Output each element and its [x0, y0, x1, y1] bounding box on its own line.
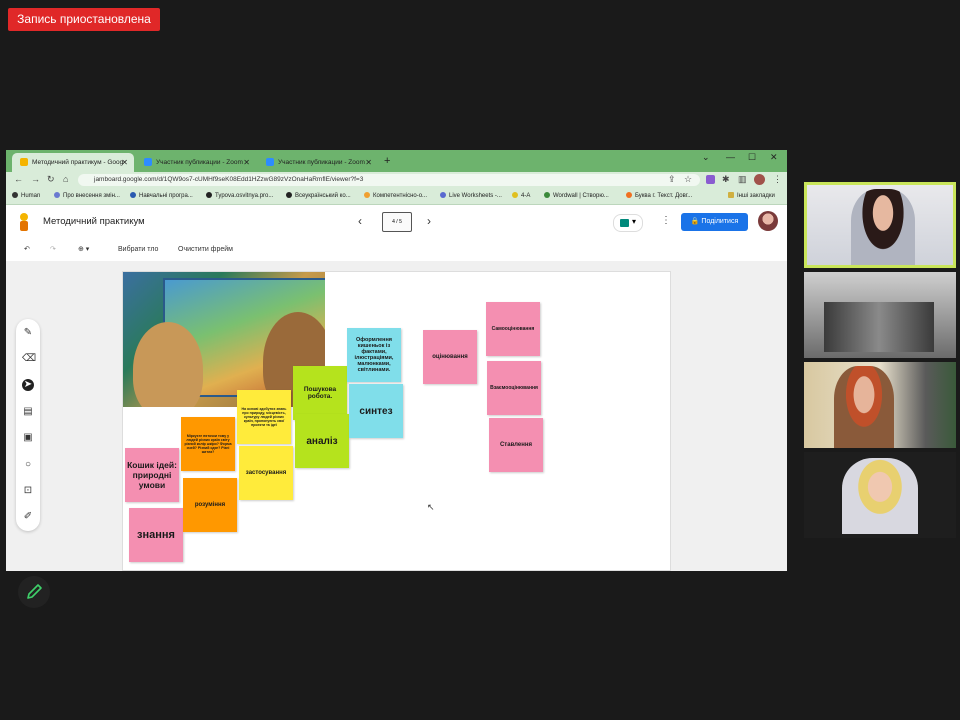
chevron-down-icon[interactable]: ⌄ — [702, 152, 710, 163]
jamboard-logo-icon — [20, 213, 28, 231]
sticky-note-icon[interactable]: ▤ — [22, 406, 34, 418]
sticky-note-design[interactable]: Оформлення кишеньок із фактами, ілюстрац… — [347, 328, 401, 382]
annotate-button[interactable] — [18, 576, 50, 608]
address-bar: ← → ↻ ⌂ jamboard.google.com/d/1QW9os7-cU… — [6, 172, 787, 188]
sticky-note-analysis[interactable]: аналіз — [295, 414, 349, 468]
share-button[interactable]: 🔒 Поділитися — [681, 213, 748, 231]
account-avatar[interactable] — [758, 211, 778, 231]
tab-zoom-2[interactable]: Участник публикации - Zoom ✕ — [258, 153, 378, 172]
set-background-button[interactable]: Вибрати тло — [118, 244, 158, 256]
jamboard-toolbar: ↶ ↷ ⊕ ▾ Вибрати тло Очистити фрейм — [6, 239, 787, 262]
bookmark-item[interactable]: Про внесення змін... — [54, 191, 120, 201]
chevron-left-icon[interactable]: ‹ — [358, 214, 362, 228]
menu-icon[interactable]: ⋮ — [773, 174, 782, 185]
recording-status-badge: Запись приостановлена — [8, 8, 160, 31]
puzzle-icon[interactable]: ✱ — [722, 174, 730, 185]
eraser-icon[interactable]: ⌫ — [22, 353, 36, 365]
sticky-note-research[interactable]: Пошукова робота. — [293, 366, 347, 420]
bookmarks-bar: Human Про внесення змін... Навчальні про… — [6, 188, 787, 205]
more-options-icon[interactable]: ⋮ — [661, 215, 671, 226]
new-tab-button[interactable]: + — [384, 153, 390, 170]
sticky-note-knowledge[interactable]: знання — [129, 508, 183, 562]
browser-tab-bar: Методичний практикум - Goog ✕ Участник пу… — [6, 150, 787, 172]
bookmark-item[interactable]: Human — [12, 191, 40, 201]
sticky-note-synthesis[interactable]: синтез — [349, 384, 403, 438]
chevron-down-icon: ▾ — [632, 217, 637, 226]
bookmark-item[interactable]: 4-А — [512, 191, 530, 201]
clear-frame-button[interactable]: Очистити фрейм — [178, 244, 233, 256]
frame-indicator[interactable]: 4 / 5 — [382, 212, 412, 232]
image-icon[interactable]: ▣ — [22, 432, 34, 444]
bookmark-item[interactable]: Live Worksheets -... — [440, 191, 502, 201]
jamboard-header: Методичний практикум ‹ 4 / 5 › ▾ ⋮ 🔒 Под… — [6, 205, 787, 239]
pencil-icon — [27, 584, 42, 599]
meet-present-button[interactable]: ▾ — [613, 214, 643, 232]
sticky-note-peer-evaluation[interactable]: Взаємооцінювання — [487, 361, 541, 415]
circle-icon[interactable]: ○ — [22, 459, 34, 471]
zoom-icon[interactable]: ⊕ ▾ — [78, 244, 89, 256]
sticky-note-self-evaluation[interactable]: Самооцінювання — [486, 302, 540, 356]
profile-avatar[interactable] — [754, 174, 765, 185]
bookmark-item[interactable]: Компетентнісно-о... — [364, 191, 427, 201]
sticky-note-kit[interactable]: Кошик ідей: природні умови — [125, 448, 179, 502]
textbox-icon[interactable]: ⊡ — [22, 485, 34, 497]
bookmark-item[interactable]: Буква г. Текст. Довг... — [626, 191, 692, 201]
video-tile-participant[interactable] — [804, 452, 956, 538]
sticky-note-application[interactable]: застосування — [239, 446, 293, 500]
reload-icon[interactable]: ↻ — [47, 174, 55, 185]
close-icon[interactable]: ✕ — [243, 153, 250, 172]
bookmark-folder[interactable]: Інші закладки — [728, 191, 775, 201]
canvas-area: Кошик ідей: природні умови знання Міркує… — [6, 261, 787, 571]
pen-icon[interactable]: ✎ — [22, 327, 34, 339]
bookmark-item[interactable]: Wordwall | Створю... — [544, 191, 609, 201]
close-icon[interactable]: ✕ — [365, 153, 372, 172]
bookmark-item[interactable]: Навчальні програ... — [130, 191, 193, 201]
zoom-icon — [266, 158, 274, 167]
tool-rail: ✎ ⌫ ➤ ▤ ▣ ○ ⊡ ✐ — [16, 319, 40, 531]
participant-video — [824, 302, 934, 352]
home-icon[interactable]: ⌂ — [63, 174, 68, 184]
tab-jamboard[interactable]: Методичний практикум - Goog ✕ — [12, 153, 134, 172]
video-tile-participant[interactable] — [804, 362, 956, 448]
extension-icon[interactable] — [706, 175, 715, 184]
sticky-note-evaluation[interactable]: оцінювання — [423, 330, 477, 384]
sticky-note-application-question[interactable]: На основі здобутих знань про природу, мі… — [237, 390, 291, 444]
chevron-right-icon[interactable]: › — [427, 214, 431, 228]
share-page-icon[interactable]: ⇪ — [668, 174, 676, 185]
redo-icon[interactable]: ↷ — [50, 244, 56, 256]
window-close-icon[interactable]: ✕ — [770, 152, 778, 163]
laser-icon[interactable]: ✐ — [22, 511, 34, 523]
bookmark-item[interactable]: Всеукраїнський ко... — [286, 191, 351, 201]
jam-frame[interactable]: Кошик ідей: природні умови знання Міркує… — [122, 271, 671, 571]
tab-zoom-1[interactable]: Участник публикации - Zoom ✕ — [136, 153, 256, 172]
minimize-icon[interactable]: — — [726, 152, 735, 162]
video-tile-speaker[interactable] — [804, 182, 956, 268]
document-title[interactable]: Методичний практикум — [43, 216, 145, 227]
sticky-note-understanding[interactable]: розуміння — [183, 478, 237, 532]
select-icon[interactable]: ➤ — [22, 379, 34, 391]
meet-icon — [620, 219, 629, 227]
star-icon[interactable]: ☆ — [684, 174, 692, 185]
sticky-note-understanding-question[interactable]: Міркуєте пяточки тому у людей різних кра… — [181, 417, 235, 471]
back-icon[interactable]: ← — [14, 174, 23, 184]
zoom-icon — [144, 158, 152, 167]
undo-icon[interactable]: ↶ — [24, 244, 30, 256]
close-icon[interactable]: ✕ — [121, 153, 128, 172]
shared-screen: Методичний практикум - Goog ✕ Участник пу… — [6, 150, 787, 571]
forward-icon[interactable]: → — [31, 174, 40, 184]
maximize-icon[interactable]: ☐ — [748, 152, 756, 163]
participant-video — [851, 189, 915, 265]
sidepanel-icon[interactable]: ▥ — [738, 174, 747, 185]
bookmark-item[interactable]: Typova.osvitnya.pro... — [206, 191, 273, 201]
jamboard-icon — [20, 158, 28, 167]
url-field[interactable]: jamboard.google.com/d/1QW9os7-cUMHf9seK0… — [78, 174, 700, 186]
participant-video — [834, 366, 894, 448]
mouse-cursor-icon: ↖ — [427, 502, 435, 512]
child-figure — [133, 322, 203, 407]
participant-video — [842, 458, 918, 534]
video-tile-participant[interactable] — [804, 272, 956, 358]
sticky-note-creation[interactable]: Ставлення — [489, 418, 543, 472]
